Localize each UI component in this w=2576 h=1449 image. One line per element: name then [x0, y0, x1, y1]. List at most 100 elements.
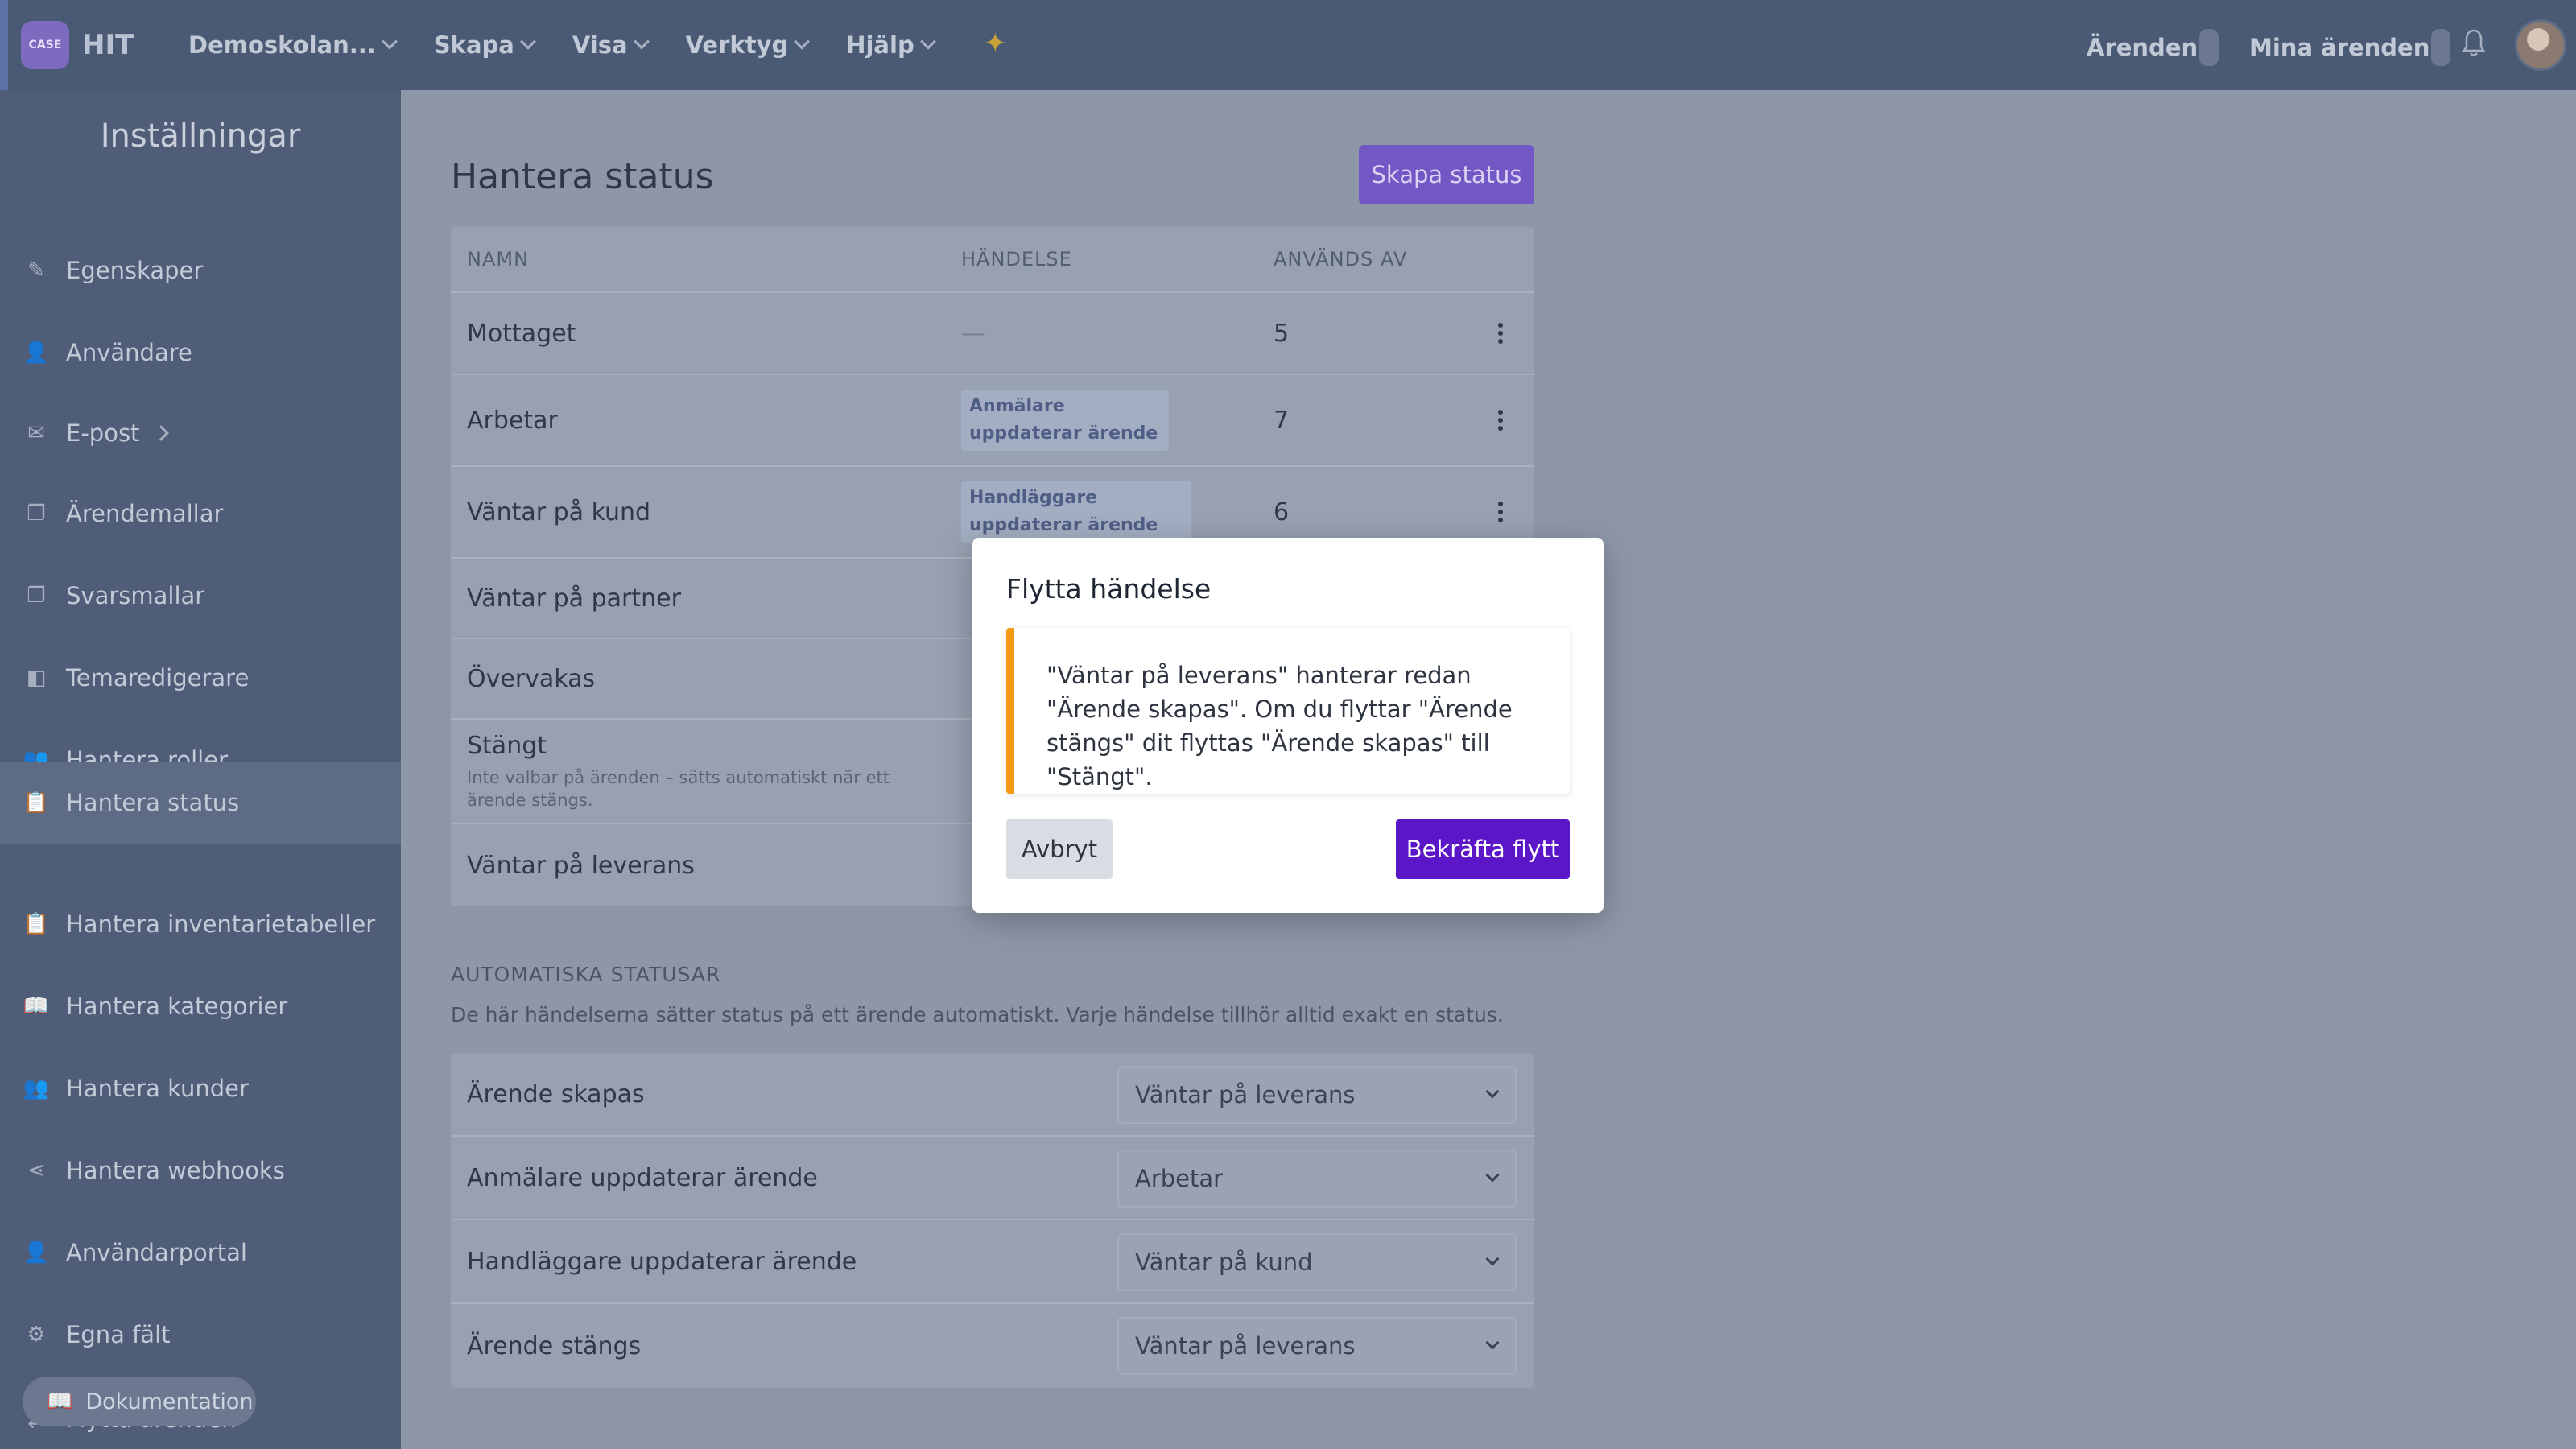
- sidebar-item-label: Hantera inventarietabeller: [66, 910, 376, 938]
- mina-arenden-count-badge: [2431, 29, 2451, 66]
- confirm-move-button[interactable]: Bekräfta flytt: [1396, 819, 1570, 879]
- sidebar-item-hantera-kategorier[interactable]: 📖 Hantera kategorier: [0, 966, 401, 1046]
- sidebar-item-label: Hantera status: [66, 789, 240, 816]
- mina-arenden-label: Mina ärenden: [2249, 34, 2430, 61]
- status-used-by: 6: [1274, 497, 1290, 526]
- status-name: Övervakas: [467, 664, 596, 693]
- pencil-icon: ✎: [27, 258, 45, 283]
- sidebar-item-hantera-inventarietabeller[interactable]: 📋 Hantera inventarietabeller: [0, 884, 401, 964]
- user-avatar[interactable]: [2515, 19, 2566, 71]
- select-value: Arbetar: [1135, 1165, 1224, 1192]
- documentation-button[interactable]: 📖 Dokumentation: [23, 1377, 256, 1426]
- row-menu-button[interactable]: [1467, 410, 1534, 431]
- menu-verktyg[interactable]: Verktyg: [685, 26, 811, 64]
- sidebar-item-label: Hantera webhooks: [66, 1157, 285, 1184]
- header-name: NAMN: [467, 248, 530, 270]
- bell-icon[interactable]: [2462, 27, 2486, 60]
- table-row: Arbetar Anmälare uppdaterar ärende 7: [451, 375, 1534, 467]
- status-select[interactable]: Arbetar: [1117, 1150, 1517, 1208]
- menu-label: Hjälp: [846, 31, 914, 59]
- chevron-down-icon: [633, 33, 650, 50]
- gear-icon: ⚙: [27, 1323, 46, 1347]
- app-name[interactable]: HIT: [82, 29, 134, 61]
- status-name-cell: Stängt Inte valbar på ärenden – sätts au…: [451, 732, 902, 811]
- event-tag: Anmälare uppdaterar ärende: [961, 390, 1169, 451]
- sidebar-item-hantera-webhooks[interactable]: ⋖ Hantera webhooks: [0, 1130, 401, 1211]
- event-tag: Handläggare uppdaterar ärende: [961, 481, 1191, 543]
- table-row: Mottaget — 5: [451, 293, 1534, 375]
- automatic-event: Ärende skapas: [467, 1080, 645, 1108]
- share-icon: ⋖: [27, 1158, 45, 1183]
- menu-hjalp[interactable]: Hjälp: [846, 26, 936, 64]
- sidebar-title: Inställningar: [100, 118, 301, 155]
- menu-label: Visa: [572, 31, 628, 59]
- menu-skapa[interactable]: Skapa: [433, 26, 536, 64]
- status-select[interactable]: Väntar på leverans: [1117, 1317, 1517, 1375]
- documentation-label: Dokumentation: [85, 1389, 254, 1414]
- sidebar-item-hantera-kunder[interactable]: 👥 Hantera kunder: [0, 1048, 401, 1129]
- menu-demoskolan[interactable]: Demoskolan...: [188, 26, 398, 64]
- sidebar-item-anvandare[interactable]: 👤 Användare: [0, 312, 401, 393]
- automatic-statuses-table: Ärende skapas Väntar på leverans Anmälar…: [451, 1053, 1534, 1388]
- header-event: HÄNDELSE: [961, 248, 1072, 270]
- theme-icon: ◧: [26, 666, 47, 690]
- sidebar-item-hantera-status[interactable]: 📋 Hantera status: [0, 762, 401, 844]
- sidebar-item-label: Temaredigerare: [66, 664, 250, 691]
- automatic-event: Anmälare uppdaterar ärende: [467, 1163, 818, 1192]
- select-value: Väntar på kund: [1135, 1249, 1313, 1276]
- sidebar-item-temaredigerare[interactable]: ◧ Temaredigerare: [0, 638, 401, 718]
- arenden-link[interactable]: Ärenden: [2087, 29, 2219, 66]
- chevron-down-icon: [1485, 1084, 1500, 1099]
- cancel-button[interactable]: Avbryt: [1006, 819, 1113, 879]
- sidebar-item-label: Hantera kunder: [66, 1075, 249, 1102]
- status-used-by: 7: [1274, 406, 1290, 435]
- sidebar-item-epost[interactable]: ✉ E-post: [0, 393, 401, 473]
- ai-sparkle-icon[interactable]: ✦: [984, 27, 1007, 60]
- sidebar-item-svarsmallar[interactable]: ❐ Svarsmallar: [0, 555, 401, 636]
- automatic-row: Ärende stängs Väntar på leverans: [451, 1304, 1534, 1388]
- move-event-dialog: Flytta händelse "Väntar på leverans" han…: [972, 538, 1604, 913]
- sidebar-item-egenskaper[interactable]: ✎ Egenskaper: [0, 230, 401, 311]
- automatic-row: Anmälare uppdaterar ärende Arbetar: [451, 1137, 1534, 1220]
- chevron-down-icon: [381, 33, 398, 50]
- automatic-row: Ärende skapas Väntar på leverans: [451, 1053, 1534, 1137]
- row-menu-button[interactable]: [1467, 502, 1534, 522]
- chevron-right-icon: [153, 425, 170, 441]
- menu-label: Skapa: [433, 31, 514, 59]
- app-logo[interactable]: CASE: [21, 21, 69, 69]
- status-name: Mottaget: [467, 319, 576, 348]
- topbar-edge: [0, 0, 8, 90]
- table-header: NAMN HÄNDELSE ANVÄNDS AV: [451, 227, 1534, 293]
- chevron-down-icon: [519, 33, 536, 50]
- sidebar-item-anvandarportal[interactable]: 👤 Användarportal: [0, 1212, 401, 1293]
- more-vertical-icon: [1498, 410, 1503, 431]
- more-vertical-icon: [1498, 502, 1503, 522]
- sidebar-item-egna-falt[interactable]: ⚙ Egna fält: [0, 1294, 401, 1375]
- menu-label: Demoskolan...: [188, 31, 376, 59]
- sidebar-item-label: E-post: [66, 419, 140, 447]
- mina-arenden-link[interactable]: Mina ärenden: [2249, 29, 2451, 66]
- menu-visa[interactable]: Visa: [572, 26, 650, 64]
- row-menu-button[interactable]: [1467, 323, 1534, 344]
- automatic-statuses-title: AUTOMATISKA STATUSAR: [451, 963, 721, 986]
- clipboard-icon: 📋: [23, 791, 50, 815]
- sidebar-item-arendemallar[interactable]: ❐ Ärendemallar: [0, 473, 401, 554]
- menu-label: Verktyg: [685, 31, 789, 59]
- users-icon: 👥: [23, 1076, 50, 1100]
- status-select[interactable]: Väntar på kund: [1117, 1233, 1517, 1291]
- user-icon: 👤: [23, 341, 50, 365]
- warning-message: "Väntar på leverans" hanterar redan "Äre…: [1046, 662, 1513, 791]
- create-status-button[interactable]: Skapa status: [1359, 145, 1534, 204]
- status-name: Väntar på partner: [467, 584, 681, 613]
- more-vertical-icon: [1498, 323, 1503, 344]
- sidebar-item-label: Ärendemallar: [66, 500, 224, 527]
- status-select[interactable]: Väntar på leverans: [1117, 1066, 1517, 1124]
- chevron-down-icon: [1485, 1168, 1500, 1183]
- sidebar-item-label: Hantera kategorier: [66, 993, 288, 1020]
- sidebar-item-label: Användarportal: [66, 1239, 247, 1266]
- copy-icon: ❐: [27, 584, 46, 608]
- status-name: Stängt: [467, 731, 547, 760]
- sidebar-item-label: Egenskaper: [66, 257, 204, 284]
- header-used-by: ANVÄNDS AV: [1274, 248, 1408, 270]
- select-value: Väntar på leverans: [1135, 1332, 1356, 1360]
